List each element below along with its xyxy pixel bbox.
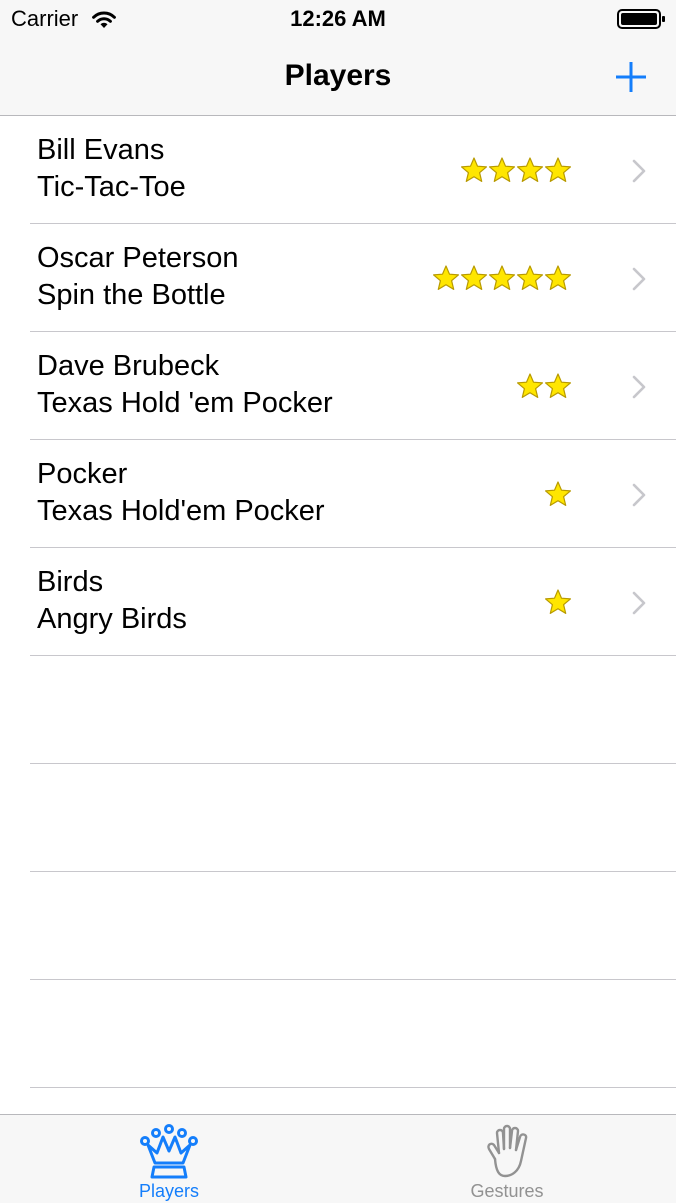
hand-icon bbox=[487, 1124, 528, 1178]
navigation-bar: Players bbox=[0, 40, 676, 116]
add-player-button[interactable] bbox=[606, 52, 656, 102]
status-time: 12:26 AM bbox=[290, 6, 386, 31]
star-icon bbox=[545, 373, 571, 398]
tab-bar: Players Gestures bbox=[0, 1114, 676, 1203]
player-game: Texas Hold 'em Pocker bbox=[37, 387, 333, 419]
rating-stars bbox=[544, 588, 572, 616]
star-icon bbox=[545, 157, 571, 182]
tab-label: Gestures bbox=[470, 1181, 544, 1201]
player-name: Dave Brubeck bbox=[37, 350, 220, 382]
crown-icon bbox=[140, 1124, 198, 1179]
battery-icon bbox=[617, 9, 665, 29]
page-title: Players bbox=[284, 59, 392, 92]
star-icon bbox=[517, 373, 543, 398]
player-name: Birds bbox=[37, 566, 104, 598]
empty-row bbox=[0, 656, 676, 764]
chevron-right-icon bbox=[632, 483, 646, 507]
rating-stars bbox=[544, 480, 572, 508]
chevron-right-icon bbox=[632, 375, 646, 399]
rating-stars bbox=[460, 156, 572, 184]
star-icon bbox=[545, 265, 571, 290]
player-game: Texas Hold'em Pocker bbox=[37, 495, 325, 527]
tab-players[interactable]: Players bbox=[0, 1115, 338, 1203]
plus-icon bbox=[616, 62, 646, 92]
star-icon bbox=[461, 157, 487, 182]
tab-label: Players bbox=[138, 1181, 200, 1201]
player-name: Bill Evans bbox=[37, 134, 165, 166]
chevron-right-icon bbox=[632, 591, 646, 615]
star-icon bbox=[489, 157, 515, 182]
table-row[interactable]: Bill Evans Tic-Tac-Toe bbox=[0, 116, 676, 224]
star-icon bbox=[433, 265, 459, 290]
players-table: Bill Evans Tic-Tac-Toe Oscar Peterson Sp… bbox=[0, 116, 676, 1088]
player-game: Tic-Tac-Toe bbox=[37, 171, 186, 203]
chevron-right-icon bbox=[632, 159, 646, 183]
table-row[interactable]: Pocker Texas Hold'em Pocker bbox=[0, 440, 676, 548]
table-row[interactable]: Oscar Peterson Spin the Bottle bbox=[0, 224, 676, 332]
players-screen: Carrier 12:26 AM Players Bill Evans Tic-… bbox=[0, 0, 676, 1203]
player-name: Oscar Peterson bbox=[37, 242, 239, 274]
chevron-right-icon bbox=[632, 267, 646, 291]
star-icon bbox=[517, 157, 543, 182]
empty-row bbox=[0, 872, 676, 980]
star-icon bbox=[545, 589, 571, 614]
player-game: Angry Birds bbox=[37, 603, 187, 635]
empty-row bbox=[0, 980, 676, 1088]
star-icon bbox=[517, 265, 543, 290]
player-game: Spin the Bottle bbox=[37, 279, 226, 311]
star-icon bbox=[545, 481, 571, 506]
empty-row bbox=[0, 764, 676, 872]
table-row[interactable]: Dave Brubeck Texas Hold 'em Pocker bbox=[0, 332, 676, 440]
status-bar: Carrier 12:26 AM bbox=[0, 0, 676, 40]
table-row[interactable]: Birds Angry Birds bbox=[0, 548, 676, 656]
player-name: Pocker bbox=[37, 458, 128, 490]
star-icon bbox=[461, 265, 487, 290]
rating-stars bbox=[516, 372, 572, 400]
star-icon bbox=[489, 265, 515, 290]
rating-stars bbox=[432, 264, 572, 292]
tab-gestures[interactable]: Gestures bbox=[338, 1115, 676, 1203]
